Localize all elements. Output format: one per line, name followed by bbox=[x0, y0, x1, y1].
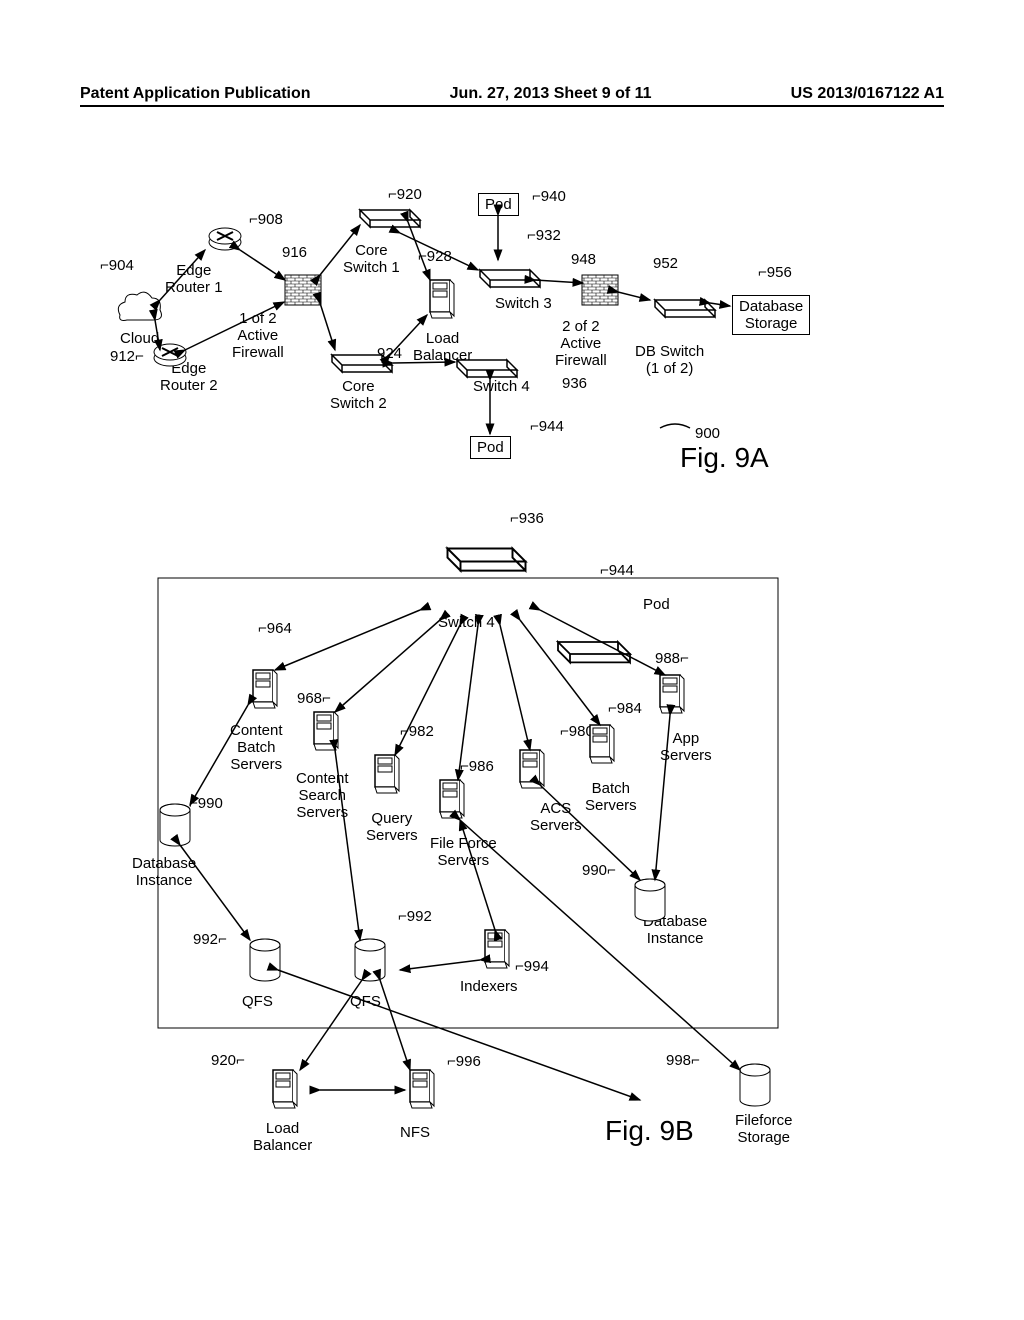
server-icon bbox=[520, 750, 544, 788]
diagram-svg bbox=[0, 0, 1024, 1320]
server-icon bbox=[375, 755, 399, 793]
cylinder-icon bbox=[355, 939, 385, 981]
server-icon bbox=[314, 712, 338, 750]
cloud-icon bbox=[118, 292, 161, 320]
server-icon bbox=[253, 670, 277, 708]
switch-icon bbox=[558, 642, 630, 662]
switch-icon bbox=[655, 300, 715, 317]
cylinder-icon bbox=[160, 804, 190, 846]
router-icon bbox=[209, 228, 241, 250]
server-icon bbox=[660, 675, 684, 713]
server-icon bbox=[485, 930, 509, 968]
switch-icon bbox=[480, 270, 540, 287]
firewall-icon bbox=[582, 275, 618, 305]
switch-icon bbox=[332, 355, 392, 372]
server-icon bbox=[590, 725, 614, 763]
server-icon bbox=[410, 1070, 434, 1108]
server-icon bbox=[273, 1070, 297, 1108]
cylinder-icon bbox=[250, 939, 280, 981]
switch-icon bbox=[457, 360, 517, 377]
server-icon bbox=[440, 780, 464, 818]
cylinder-icon bbox=[740, 1064, 770, 1106]
cylinder-icon bbox=[635, 879, 665, 921]
firewall-icon bbox=[285, 275, 321, 305]
switch-icon bbox=[360, 210, 420, 227]
server-icon bbox=[430, 280, 454, 318]
